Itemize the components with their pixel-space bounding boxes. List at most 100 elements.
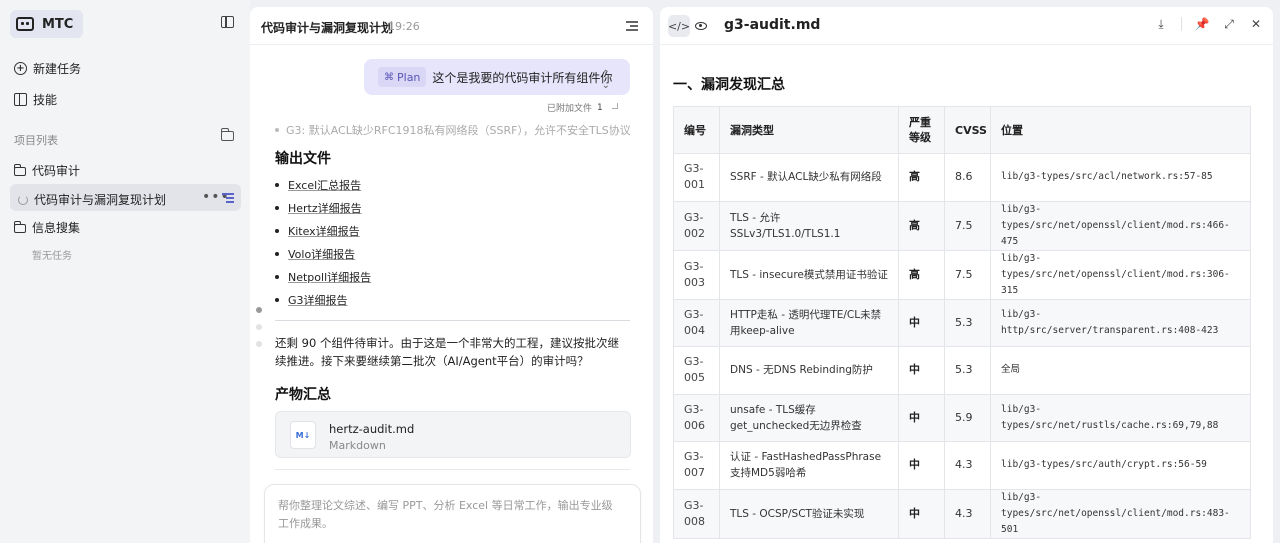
close-icon[interactable]: ✕: [1249, 17, 1263, 31]
robot-logo-icon: [16, 17, 34, 31]
plan-tag: ⌘ Plan: [378, 67, 427, 87]
attached-files[interactable]: 已附加文件 1: [547, 101, 618, 114]
vuln-id: G3-004: [673, 298, 720, 347]
severity: 高: [898, 249, 945, 300]
divider: [275, 469, 630, 470]
expand-icon[interactable]: ⤢: [1222, 17, 1236, 31]
preview-button[interactable]: [690, 15, 712, 37]
table-header-row: 编号 漏洞类型 严重等级 CVSS 位置: [673, 106, 1251, 154]
vuln-type: HTTP走私 - 透明代理TE/CL未禁用keep-alive: [719, 298, 899, 347]
new-task-label: 新建任务: [33, 62, 82, 76]
skills-button[interactable]: 技能: [14, 91, 57, 108]
vuln-id: G3-007: [673, 441, 720, 490]
column-header: 严重等级: [898, 106, 945, 154]
column-header: 位置: [990, 106, 1251, 154]
task-item-active[interactable]: 代码审计与漏洞复现计划: [18, 191, 166, 208]
divider: [275, 320, 630, 321]
divider: [660, 44, 1273, 45]
report-link[interactable]: Kitex详细报告: [288, 225, 360, 238]
corner-icon: [611, 102, 618, 109]
separator: [1181, 17, 1182, 31]
folder-icon: [13, 221, 26, 233]
vuln-id: G3-002: [673, 200, 720, 251]
vuln-type: SSRF - 默认ACL缺少私有网络段: [719, 153, 899, 202]
report-link[interactable]: G3详细报告: [288, 294, 348, 307]
report-link[interactable]: Netpoll详细报告: [288, 271, 371, 284]
brand-button[interactable]: MTC: [10, 10, 84, 38]
document-filename: g3-audit.md: [724, 17, 821, 33]
task-list-icon[interactable]: [222, 193, 234, 203]
user-message-bubble[interactable]: ⌘ Plan 这个是我要的代码审计所有组件你 ⌃ ⌄: [364, 59, 630, 95]
list-item[interactable]: Hertz详细报告: [275, 200, 371, 223]
cvss: 8.6: [944, 153, 991, 202]
severity: 中: [898, 441, 945, 490]
list-item[interactable]: Netpoll详细报告: [275, 269, 371, 292]
scroll-indicator[interactable]: [256, 307, 262, 358]
collapse-panel-icon[interactable]: [626, 21, 638, 31]
report-link[interactable]: Volo详细报告: [288, 248, 355, 261]
project-item[interactable]: 信息搜集: [13, 219, 80, 236]
plan-icon: ⌘: [384, 71, 394, 83]
products-heading: 产物汇总: [275, 387, 331, 403]
severity: 中: [898, 346, 945, 395]
severity: 中: [898, 488, 945, 539]
new-folder-icon[interactable]: [220, 128, 234, 141]
pin-icon[interactable]: 📌: [1195, 17, 1210, 31]
project-label: 代码审计: [32, 164, 81, 178]
plan-tag-label: Plan: [397, 70, 421, 84]
list-item[interactable]: Kitex详细报告: [275, 223, 371, 246]
vuln-id: G3-006: [673, 393, 720, 442]
severity: 高: [898, 153, 945, 202]
table-row: G3-002 TLS - 允许SSLv3/TLS1.0/TLS1.1 高 7.5…: [673, 200, 1251, 251]
skills-label: 技能: [33, 93, 58, 107]
chat-input-box[interactable]: [264, 484, 641, 543]
document-panel: </> g3-audit.md ⤓ 📌 ⤢ ✕ 一、漏洞发现汇总 编号 漏洞类型…: [660, 7, 1273, 543]
expand-chevron-icon[interactable]: ⌃ ⌄: [602, 69, 610, 91]
sidebar-toggle-icon[interactable]: [221, 16, 234, 28]
output-file-list: Excel汇总报告 Hertz详细报告 Kitex详细报告 Volo详细报告 N…: [275, 177, 371, 315]
cvss: 4.3: [944, 488, 991, 539]
vulnerability-table: 编号 漏洞类型 严重等级 CVSS 位置 G3-001 SSRF - 默认ACL…: [673, 106, 1251, 539]
project-item[interactable]: 代码审计: [13, 162, 81, 179]
chat-title: 代码审计与漏洞复现计划: [261, 21, 394, 35]
faded-list-item: G3: 默认ACL缺少RFC1918私有网络段（SSRF），允许不安全TLS协议: [275, 122, 631, 138]
code-view-button[interactable]: </>: [668, 15, 690, 37]
location: lib/g3-types/src/net/openssl/client/mod.…: [990, 249, 1251, 300]
view-toggle: </>: [668, 15, 716, 37]
cvss: 4.3: [944, 441, 991, 490]
file-card[interactable]: M↓ hertz-audit.md Markdown: [275, 411, 631, 458]
plus-circle-icon: +: [14, 62, 27, 75]
table-row: G3-006 unsafe - TLS缓存get_unchecked无边界检查 …: [673, 393, 1251, 442]
list-item[interactable]: Volo详细报告: [275, 246, 371, 269]
report-link[interactable]: Hertz详细报告: [288, 202, 362, 215]
table-row: G3-007 认证 - FastHashedPassPhrase支持MD5弱哈希…: [673, 441, 1251, 490]
vuln-type: TLS - OCSP/SCT验证未实现: [719, 488, 899, 539]
chat-input[interactable]: [278, 497, 623, 537]
table-row: G3-003 TLS - insecure模式禁用证书验证 高 7.5 lib/…: [673, 249, 1251, 300]
file-type: Markdown: [329, 439, 386, 452]
table-row: G3-005 DNS - 无DNS Rebinding防护 中 5.3 全局: [673, 346, 1251, 395]
new-task-button[interactable]: + 新建任务: [14, 60, 81, 77]
location: lib/g3-types/src/acl/network.rs:57-85: [990, 153, 1251, 202]
vuln-type: TLS - insecure模式禁用证书验证: [719, 249, 899, 300]
book-icon: [14, 93, 27, 106]
cvss: 5.9: [944, 393, 991, 442]
chat-panel: 代码审计与漏洞复现计划 19:26 ⌘ Plan 这个是我要的代码审计所有组件你…: [250, 7, 653, 543]
attached-count: 1: [597, 102, 603, 113]
list-item[interactable]: Excel汇总报告: [275, 177, 371, 200]
faded-list-text: G3: 默认ACL缺少RFC1918私有网络段（SSRF），允许不安全TLS协议: [286, 124, 631, 137]
download-icon[interactable]: ⤓: [1154, 17, 1168, 31]
user-message-text: 这个是我要的代码审计所有组件你: [432, 70, 613, 85]
markdown-file-icon: M↓: [290, 421, 316, 449]
location: lib/g3-types/src/net/openssl/client/mod.…: [990, 200, 1251, 251]
list-item[interactable]: G3详细报告: [275, 292, 371, 315]
severity: 中: [898, 298, 945, 347]
divider: [250, 44, 653, 45]
output-files-heading: 输出文件: [275, 151, 331, 167]
assistant-message-text: 还剩 90 个组件待审计。由于这是一个非常大的工程，建议按批次继续推进。接下来要…: [275, 336, 619, 368]
table-row: G3-004 HTTP走私 - 透明代理TE/CL未禁用keep-alive 中…: [673, 298, 1251, 347]
loading-spinner-icon: [18, 194, 28, 205]
report-link[interactable]: Excel汇总报告: [288, 179, 361, 192]
vuln-id: G3-008: [673, 488, 720, 539]
file-name: hertz-audit.md: [329, 422, 415, 436]
